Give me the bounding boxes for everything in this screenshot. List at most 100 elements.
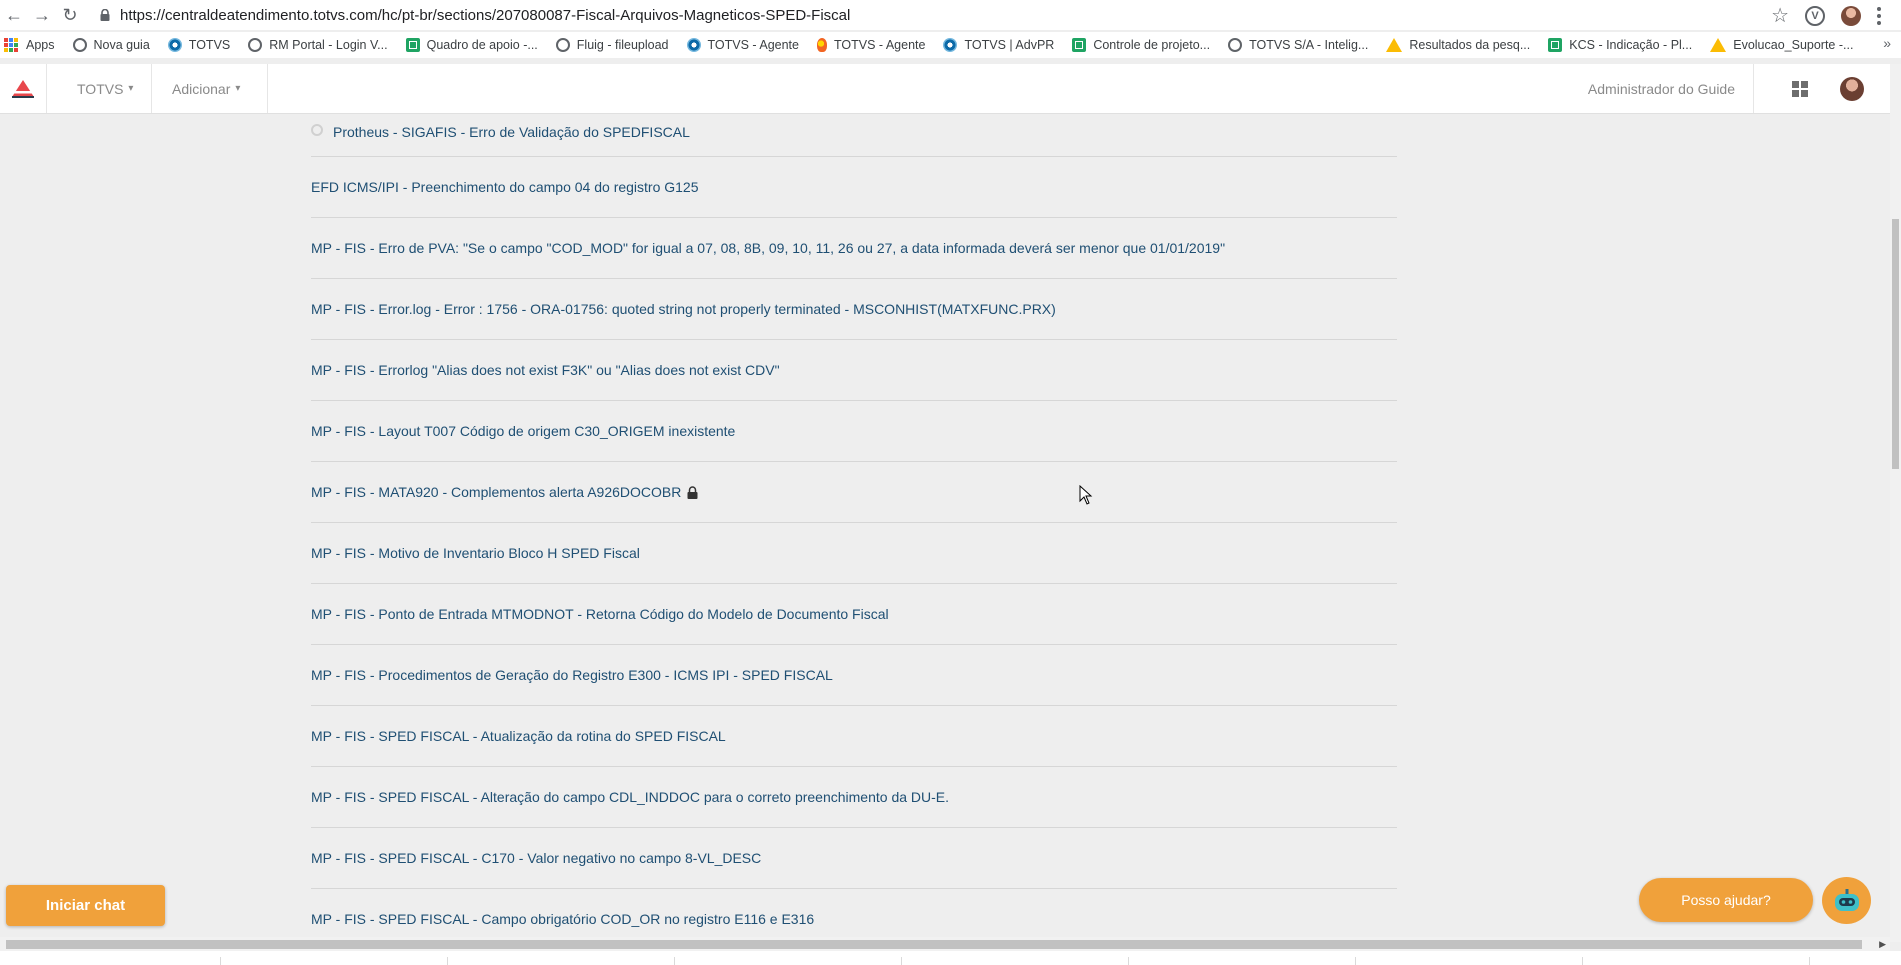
bookmark-item[interactable]: TOTVS - Agente [686,38,799,52]
bookmark-label: TOTVS - Agente [707,38,799,52]
forward-icon[interactable]: → [28,1,56,29]
bookmark-item[interactable]: RM Portal - Login V... [248,38,388,52]
article-link[interactable]: MP - FIS - Errorlog "Alias does not exis… [311,362,780,378]
article-link[interactable]: MP - FIS - SPED FISCAL - Campo obrigatór… [311,911,814,927]
bookmark-item[interactable]: Nova guia [72,38,150,52]
bookmark-label: TOTVS - Agente [833,38,926,52]
chatbot-button[interactable] [1822,877,1871,924]
list-item[interactable]: MP - FIS - MATA920 - Complementos alerta… [311,462,1397,523]
bookmark-item[interactable]: Evolucao_Suporte -... [1710,38,1853,52]
add-dropdown-label: Adicionar [172,80,231,97]
list-item[interactable]: MP - FIS - Procedimentos de Geração do R… [311,645,1397,706]
list-item[interactable]: MP - FIS - SPED FISCAL - C170 - Valor ne… [311,828,1397,889]
bookmark-label: Controle de projeto... [1093,38,1211,52]
profile-avatar-icon[interactable] [1841,5,1861,26]
article-link[interactable]: MP - FIS - SPED FISCAL - Alteração do ca… [311,789,949,805]
horizontal-scrollbar[interactable]: ▶ [0,937,1890,951]
add-dropdown[interactable]: Adicionar ▾ [152,64,268,113]
list-item[interactable]: MP - FIS - Layout T007 Código de origem … [311,401,1397,462]
sheets-icon [1548,38,1563,52]
totvs-icon [167,38,182,52]
bookmark-item[interactable]: Resultados da pesq... [1386,38,1530,52]
avatar[interactable] [1840,77,1864,101]
article-link[interactable]: MP - FIS - SPED FISCAL - Atualização da … [311,728,726,744]
globe-icon [248,38,263,52]
list-item[interactable]: MP - FIS - Motivo de Inventario Bloco H … [311,523,1397,584]
bookmark-label: TOTVS | AdvPR [964,38,1055,52]
fluig-icon [816,38,827,52]
totvs-icon [686,38,701,52]
bottom-strip [0,951,1901,965]
article-link[interactable]: EFD ICMS/IPI - Preenchimento do campo 04… [311,179,699,195]
article-link[interactable]: MP - FIS - Motivo de Inventario Bloco H … [311,545,640,561]
vertical-scrollbar[interactable] [1890,64,1901,942]
totvs-dropdown-label: TOTVS [77,80,124,97]
sheets-icon [405,38,420,52]
bookmarks-bar: Apps Nova guia TOTVS RM Portal - Login V… [0,32,1901,58]
app-switcher-icon[interactable] [1792,81,1808,97]
bookmark-apps[interactable]: Apps [0,38,55,52]
bookmark-label: Quadro de apoio -... [426,38,538,52]
user-name[interactable]: Administrador do Guide [1588,64,1754,113]
start-chat-button[interactable]: Iniciar chat [6,885,165,926]
list-item[interactable]: MP - FIS - Erro de PVA: "Se o campo "COD… [311,218,1397,279]
list-item[interactable]: Protheus - SIGAFIS - Erro de Validação d… [311,114,1397,157]
back-icon[interactable]: ← [0,1,28,29]
mouse-cursor-icon [1079,485,1093,505]
sheets-icon [1072,38,1087,52]
globe-icon [1228,38,1243,52]
bookmark-label: RM Portal - Login V... [269,38,388,52]
article-list: Protheus - SIGAFIS - Erro de Validação d… [311,114,1397,950]
drive-icon [1710,38,1727,52]
bookmark-item[interactable]: Controle de projeto... [1072,38,1210,52]
article-link[interactable]: MP - FIS - Error.log - Error : 1756 - OR… [311,301,1056,317]
bookmark-label: KCS - Indicação - Pl... [1569,38,1693,52]
globe-icon [555,38,570,52]
bookmark-label: Evolucao_Suporte -... [1733,38,1854,52]
article-link[interactable]: MP - FIS - Erro de PVA: "Se o campo "COD… [311,240,1225,256]
bookmark-item[interactable]: Fluig - fileupload [555,38,669,52]
bookmark-item[interactable]: Quadro de apoio -... [405,38,538,52]
top-navigation: TOTVS ▾ Adicionar ▾ Administrador do Gui… [0,64,1890,114]
bookmark-item[interactable]: TOTVS - Agente [816,38,926,52]
bookmark-item[interactable]: TOTVS | AdvPR [943,38,1054,52]
article-link[interactable]: MP - FIS - Layout T007 Código de origem … [311,423,735,439]
totvs-icon [943,38,958,52]
vertical-scrollbar-thumb[interactable] [1892,219,1899,469]
more-bookmarks-icon[interactable]: » [1883,35,1891,51]
bookmark-star-icon[interactable]: ☆ [1771,3,1789,28]
article-link[interactable]: Protheus - SIGAFIS - Erro de Validação d… [333,124,690,140]
bookmark-label: TOTVS S/A - Intelig... [1249,38,1369,52]
article-link[interactable]: MP - FIS - Procedimentos de Geração do R… [311,667,833,683]
totvs-logo-icon [12,79,34,98]
reload-icon[interactable]: ↻ [56,1,84,29]
address-bar-url[interactable]: https://centraldeatendimento.totvs.com/h… [120,7,850,24]
article-link[interactable]: MP - FIS - SPED FISCAL - C170 - Valor ne… [311,850,761,866]
article-link[interactable]: MP - FIS - Ponto de Entrada MTMODNOT - R… [311,606,889,622]
list-item[interactable]: MP - FIS - SPED FISCAL - Alteração do ca… [311,767,1397,828]
totvs-dropdown[interactable]: TOTVS ▾ [57,64,152,113]
drive-icon [1386,38,1403,52]
totvs-logo[interactable] [0,64,47,113]
bookmark-label: Fluig - fileupload [576,38,669,52]
bookmark-label: Apps [26,38,55,52]
bookmark-item[interactable]: TOTVS [167,38,230,52]
list-item[interactable]: MP - FIS - Error.log - Error : 1756 - OR… [311,279,1397,340]
list-item[interactable]: EFD ICMS/IPI - Preenchimento do campo 04… [311,157,1397,218]
extension-v-icon[interactable]: V [1805,5,1825,26]
robot-icon [1834,888,1859,911]
list-item[interactable]: MP - FIS - SPED FISCAL - Atualização da … [311,706,1397,767]
list-item[interactable]: MP - FIS - Errorlog "Alias does not exis… [311,340,1397,401]
article-link[interactable]: MP - FIS - MATA920 - Complementos alerta… [311,484,681,500]
scroll-right-arrow-icon[interactable]: ▶ [1879,939,1886,950]
horizontal-scrollbar-thumb[interactable] [6,940,1862,949]
bookmark-item[interactable]: KCS - Indicação - Pl... [1548,38,1692,52]
help-button[interactable]: Posso ajudar? [1639,878,1813,922]
lock-icon[interactable] [100,9,110,21]
browser-menu-icon[interactable] [1877,6,1881,25]
list-item[interactable]: MP - FIS - Ponto de Entrada MTMODNOT - R… [311,584,1397,645]
bookmark-item[interactable]: TOTVS S/A - Intelig... [1228,38,1368,52]
loading-spinner-icon [311,124,323,136]
chevron-down-icon: ▾ [235,83,241,94]
browser-toolbar: ← → ↻ https://centraldeatendimento.totvs… [0,0,1901,30]
